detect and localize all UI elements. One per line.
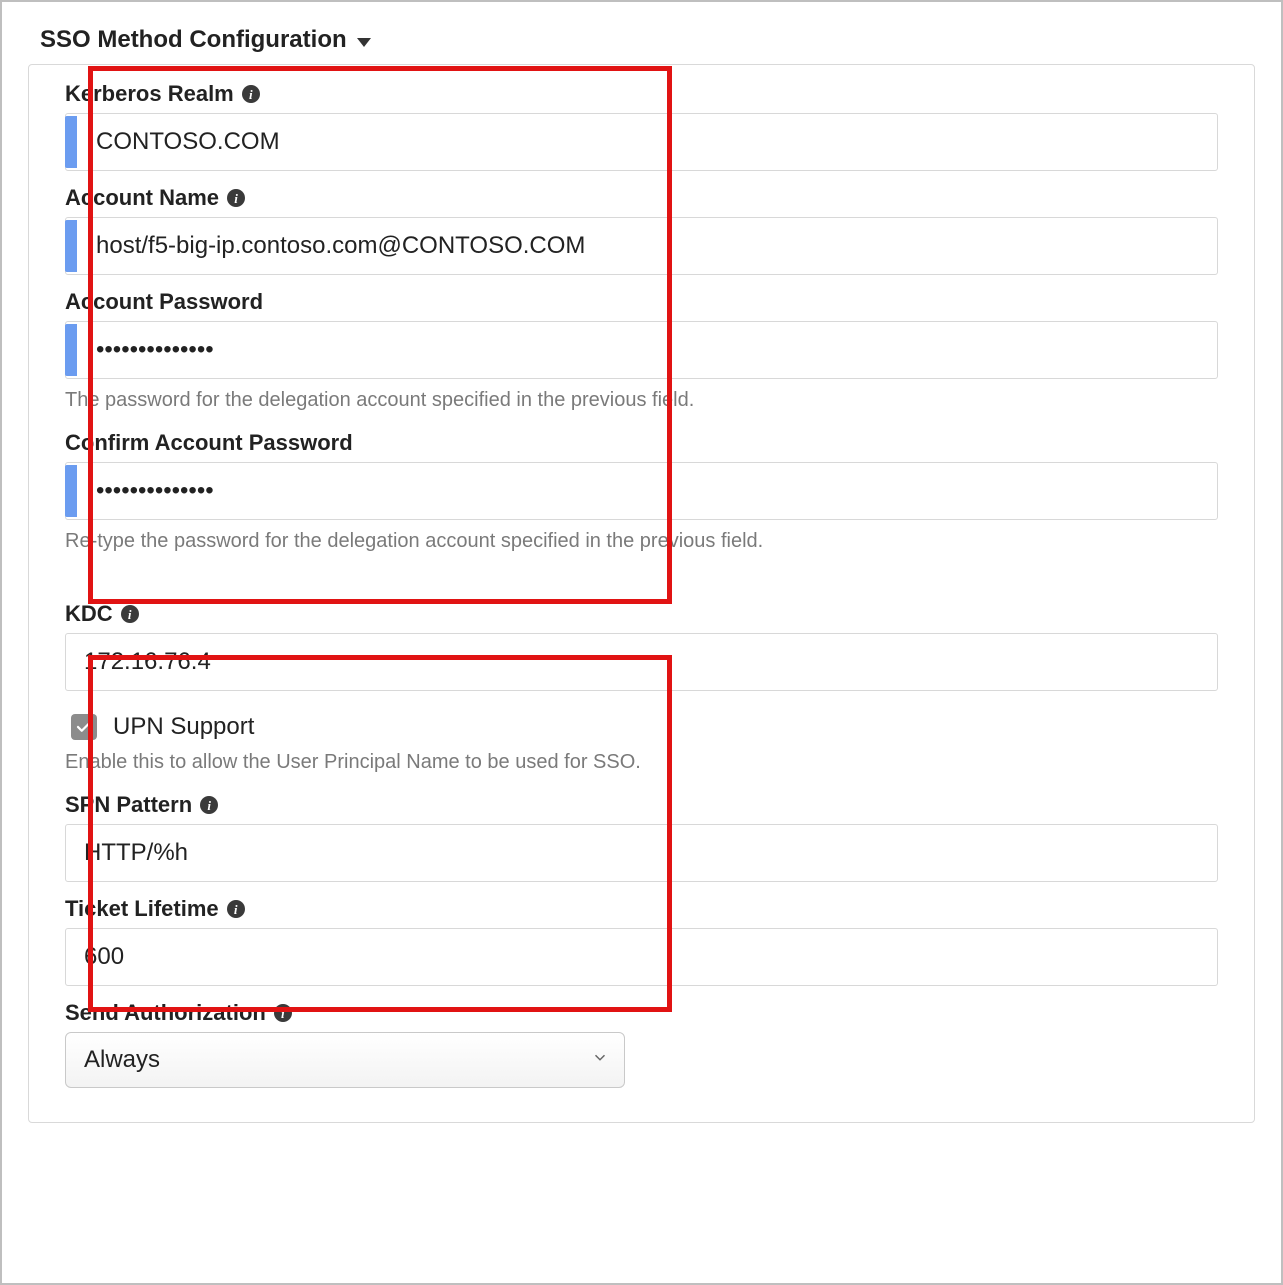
section-title-text: SSO Method Configuration <box>40 26 347 54</box>
upn-support-row: UPN Support <box>71 713 1218 741</box>
send-authorization-field: Send Authorization Always <box>65 1000 1218 1088</box>
info-icon[interactable] <box>274 1004 292 1022</box>
confirm-password-input[interactable] <box>65 462 1218 520</box>
caret-down-icon <box>357 38 371 47</box>
confirm-password-help: Re-type the password for the delegation … <box>65 530 1218 553</box>
send-authorization-select[interactable]: Always <box>65 1032 625 1088</box>
account-name-field: Account Name <box>65 185 1218 275</box>
spn-pattern-field: SPN Pattern <box>65 792 1218 882</box>
info-icon[interactable] <box>227 900 245 918</box>
info-icon[interactable] <box>242 85 260 103</box>
account-password-label: Account Password <box>65 289 263 315</box>
account-name-input[interactable] <box>65 217 1218 275</box>
spn-pattern-label: SPN Pattern <box>65 792 192 818</box>
kdc-label: KDC <box>65 601 113 627</box>
kerberos-realm-field: Kerberos Realm <box>65 81 1218 171</box>
account-name-label: Account Name <box>65 185 219 211</box>
info-icon[interactable] <box>200 796 218 814</box>
upn-support-checkbox[interactable] <box>71 714 97 740</box>
ticket-lifetime-input[interactable] <box>65 928 1218 986</box>
section-header[interactable]: SSO Method Configuration <box>20 20 1263 64</box>
send-authorization-value: Always <box>84 1046 160 1074</box>
kdc-field: KDC <box>65 601 1218 691</box>
ticket-lifetime-field: Ticket Lifetime <box>65 896 1218 986</box>
info-icon[interactable] <box>121 605 139 623</box>
kerberos-realm-input[interactable] <box>65 113 1218 171</box>
send-authorization-label: Send Authorization <box>65 1000 266 1026</box>
sso-config-panel: Kerberos Realm Account Name Account Pass… <box>28 64 1255 1123</box>
ticket-lifetime-label: Ticket Lifetime <box>65 896 219 922</box>
account-password-field: Account Password The password for the de… <box>65 289 1218 412</box>
confirm-password-label: Confirm Account Password <box>65 430 353 456</box>
kdc-input[interactable] <box>65 633 1218 691</box>
spn-pattern-input[interactable] <box>65 824 1218 882</box>
account-password-help: The password for the delegation account … <box>65 389 1218 412</box>
account-password-input[interactable] <box>65 321 1218 379</box>
confirm-password-field: Confirm Account Password Re-type the pas… <box>65 430 1218 553</box>
upn-support-label: UPN Support <box>113 713 254 741</box>
kerberos-realm-label: Kerberos Realm <box>65 81 234 107</box>
info-icon[interactable] <box>227 189 245 207</box>
check-icon <box>75 718 93 736</box>
upn-support-help: Enable this to allow the User Principal … <box>65 751 1218 774</box>
